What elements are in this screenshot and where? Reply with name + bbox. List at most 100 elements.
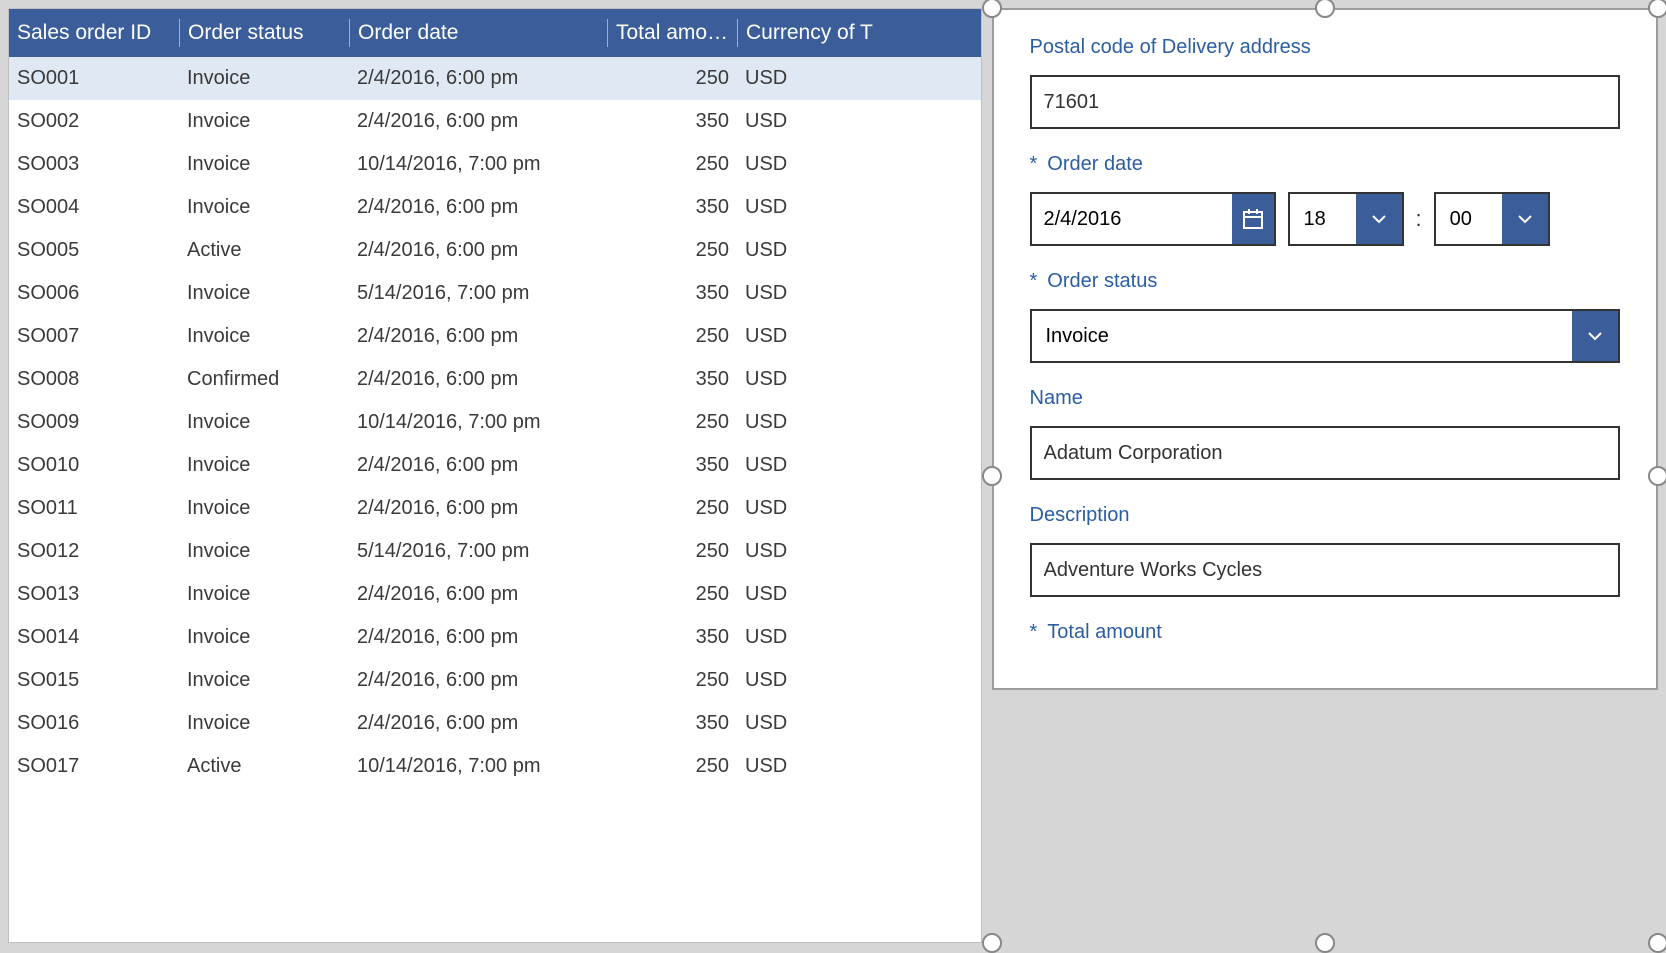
label-order-date: * Order date — [1030, 153, 1621, 176]
table-row[interactable]: SO003Invoice10/14/2016, 7:00 pm250USD — [9, 143, 981, 186]
cell-status: Active — [179, 239, 349, 262]
col-header-id[interactable]: Sales order ID — [9, 19, 179, 47]
table-row[interactable]: SO004Invoice2/4/2016, 6:00 pm350USD — [9, 186, 981, 229]
table-row[interactable]: SO017Active10/14/2016, 7:00 pm250USD — [9, 745, 981, 788]
minute-select[interactable]: 00 — [1434, 192, 1550, 246]
field-order-status: * Order status Invoice — [1030, 270, 1621, 363]
chevron-down-icon[interactable] — [1502, 194, 1548, 244]
input-postal[interactable] — [1030, 75, 1621, 129]
resize-handle-bottom-mid[interactable] — [1315, 933, 1335, 953]
cell-currency: USD — [737, 153, 981, 176]
table-body[interactable]: SO001Invoice2/4/2016, 6:00 pm250USDSO002… — [9, 57, 981, 942]
resize-handle-mid-right[interactable] — [1648, 466, 1666, 486]
cell-date: 2/4/2016, 6:00 pm — [349, 110, 607, 133]
input-name[interactable] — [1030, 426, 1621, 480]
cell-status: Invoice — [179, 626, 349, 649]
resize-handle-bottom-right[interactable] — [1648, 933, 1666, 953]
hour-select[interactable]: 18 — [1288, 192, 1404, 246]
cell-amount: 350 — [607, 282, 737, 305]
chevron-down-icon[interactable] — [1572, 311, 1618, 361]
detail-form: Postal code of Delivery address * Order … — [992, 8, 1659, 690]
cell-status: Invoice — [179, 67, 349, 90]
cell-currency: USD — [737, 325, 981, 348]
table-row[interactable]: SO012Invoice5/14/2016, 7:00 pm250USD — [9, 530, 981, 573]
cell-status: Invoice — [179, 325, 349, 348]
sales-order-table: Sales order ID Order status Order date T… — [8, 8, 982, 943]
table-row[interactable]: SO011Invoice2/4/2016, 6:00 pm250USD — [9, 487, 981, 530]
col-header-amount[interactable]: Total amo… — [607, 19, 737, 47]
label-order-status: * Order status — [1030, 270, 1621, 293]
cell-currency: USD — [737, 411, 981, 434]
cell-date: 2/4/2016, 6:00 pm — [349, 669, 607, 692]
cell-status: Invoice — [179, 712, 349, 735]
cell-id: SO016 — [9, 712, 179, 735]
table-row[interactable]: SO001Invoice2/4/2016, 6:00 pm250USD — [9, 57, 981, 100]
cell-amount: 250 — [607, 325, 737, 348]
cell-status: Active — [179, 755, 349, 778]
resize-handle-top-right[interactable] — [1648, 0, 1666, 18]
col-header-date[interactable]: Order date — [349, 19, 607, 47]
resize-handle-top-mid[interactable] — [1315, 0, 1335, 18]
cell-currency: USD — [737, 669, 981, 692]
table-row[interactable]: SO014Invoice2/4/2016, 6:00 pm350USD — [9, 616, 981, 659]
date-picker-value[interactable]: 2/4/2016 — [1032, 194, 1232, 244]
calendar-icon[interactable] — [1232, 194, 1274, 244]
cell-currency: USD — [737, 540, 981, 563]
cell-amount: 350 — [607, 626, 737, 649]
col-header-status[interactable]: Order status — [179, 19, 349, 47]
table-row[interactable]: SO006Invoice5/14/2016, 7:00 pm350USD — [9, 272, 981, 315]
table-row[interactable]: SO005Active2/4/2016, 6:00 pm250USD — [9, 229, 981, 272]
cell-status: Invoice — [179, 196, 349, 219]
status-select[interactable]: Invoice — [1030, 309, 1621, 363]
time-separator: : — [1416, 206, 1422, 232]
cell-id: SO002 — [9, 110, 179, 133]
table-row[interactable]: SO010Invoice2/4/2016, 6:00 pm350USD — [9, 444, 981, 487]
table-row[interactable]: SO013Invoice2/4/2016, 6:00 pm250USD — [9, 573, 981, 616]
field-name: Name — [1030, 387, 1621, 480]
cell-id: SO017 — [9, 755, 179, 778]
cell-currency: USD — [737, 239, 981, 262]
cell-date: 2/4/2016, 6:00 pm — [349, 196, 607, 219]
field-total-amount: * Total amount — [1030, 621, 1621, 644]
cell-currency: USD — [737, 626, 981, 649]
input-postal-text[interactable] — [1044, 91, 1607, 114]
resize-handle-bottom-left[interactable] — [982, 933, 1002, 953]
cell-id: SO004 — [9, 196, 179, 219]
table-row[interactable]: SO002Invoice2/4/2016, 6:00 pm350USD — [9, 100, 981, 143]
resize-handle-mid-left[interactable] — [982, 466, 1002, 486]
col-header-currency[interactable]: Currency of T — [737, 19, 981, 47]
cell-currency: USD — [737, 583, 981, 606]
cell-amount: 250 — [607, 239, 737, 262]
table-row[interactable]: SO008Confirmed2/4/2016, 6:00 pm350USD — [9, 358, 981, 401]
input-description-text[interactable] — [1044, 559, 1607, 582]
label-order-date-text: Order date — [1047, 153, 1143, 176]
resize-handle-top-left[interactable] — [982, 0, 1002, 18]
chevron-down-icon[interactable] — [1356, 194, 1402, 244]
cell-currency: USD — [737, 368, 981, 391]
required-marker: * — [1030, 270, 1038, 293]
cell-date: 10/14/2016, 7:00 pm — [349, 755, 607, 778]
table-row[interactable]: SO015Invoice2/4/2016, 6:00 pm250USD — [9, 659, 981, 702]
cell-id: SO003 — [9, 153, 179, 176]
table-row[interactable]: SO007Invoice2/4/2016, 6:00 pm250USD — [9, 315, 981, 358]
date-picker[interactable]: 2/4/2016 — [1030, 192, 1276, 246]
cell-status: Invoice — [179, 282, 349, 305]
table-row[interactable]: SO016Invoice2/4/2016, 6:00 pm350USD — [9, 702, 981, 745]
cell-status: Invoice — [179, 411, 349, 434]
cell-id: SO012 — [9, 540, 179, 563]
cell-date: 5/14/2016, 7:00 pm — [349, 282, 607, 305]
cell-id: SO006 — [9, 282, 179, 305]
cell-currency: USD — [737, 497, 981, 520]
cell-date: 2/4/2016, 6:00 pm — [349, 712, 607, 735]
cell-id: SO014 — [9, 626, 179, 649]
input-name-text[interactable] — [1044, 442, 1607, 465]
cell-date: 2/4/2016, 6:00 pm — [349, 239, 607, 262]
cell-amount: 250 — [607, 497, 737, 520]
cell-id: SO015 — [9, 669, 179, 692]
field-description: Description — [1030, 504, 1621, 597]
input-description[interactable] — [1030, 543, 1621, 597]
cell-date: 2/4/2016, 6:00 pm — [349, 67, 607, 90]
cell-status: Confirmed — [179, 368, 349, 391]
table-row[interactable]: SO009Invoice10/14/2016, 7:00 pm250USD — [9, 401, 981, 444]
cell-id: SO013 — [9, 583, 179, 606]
